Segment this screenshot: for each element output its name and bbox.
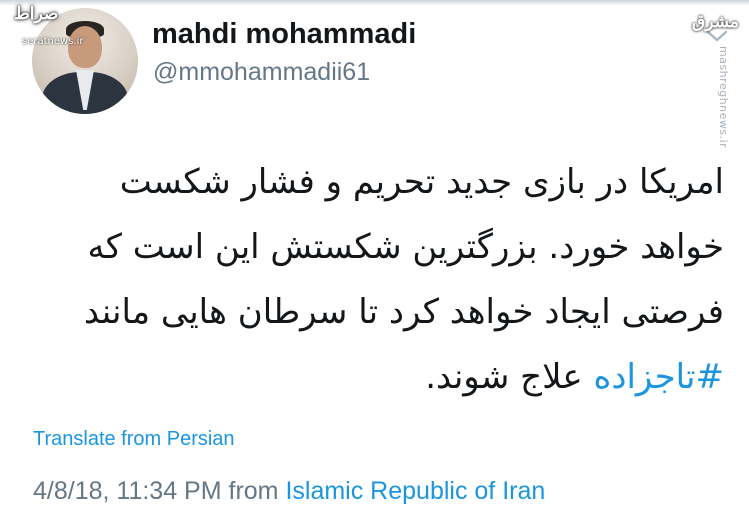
tweet-meta: 4/8/18, 11:34 PM from Islamic Republic o… xyxy=(33,477,545,506)
tweet-text: امریکا در بازی جدید تحریم و فشار شکست خو… xyxy=(34,150,724,410)
user-handle[interactable]: @mmohammadii61 xyxy=(153,58,370,87)
location-link[interactable]: Islamic Republic of Iran xyxy=(285,477,545,505)
watermark-logo-left: صراط xyxy=(14,4,59,24)
top-divider xyxy=(0,0,749,6)
watermark-logo-right: مشرق xyxy=(692,12,739,32)
hashtag-link[interactable]: #تاجزاده xyxy=(594,357,725,397)
tweet-text-end: علاج شوند. xyxy=(425,357,594,397)
watermark-site-right: mashreghnews.ir xyxy=(717,46,730,149)
watermark-site-left: seratnews.ir xyxy=(22,36,84,47)
tweet-timestamp[interactable]: 4/8/18, 11:34 PM from xyxy=(33,477,285,505)
display-name[interactable]: mahdi mohammadi xyxy=(152,18,416,51)
tweet-text-main: امریکا در بازی جدید تحریم و فشار شکست خو… xyxy=(83,162,724,332)
avatar-face xyxy=(68,26,102,68)
translate-link[interactable]: Translate from Persian xyxy=(33,428,235,451)
